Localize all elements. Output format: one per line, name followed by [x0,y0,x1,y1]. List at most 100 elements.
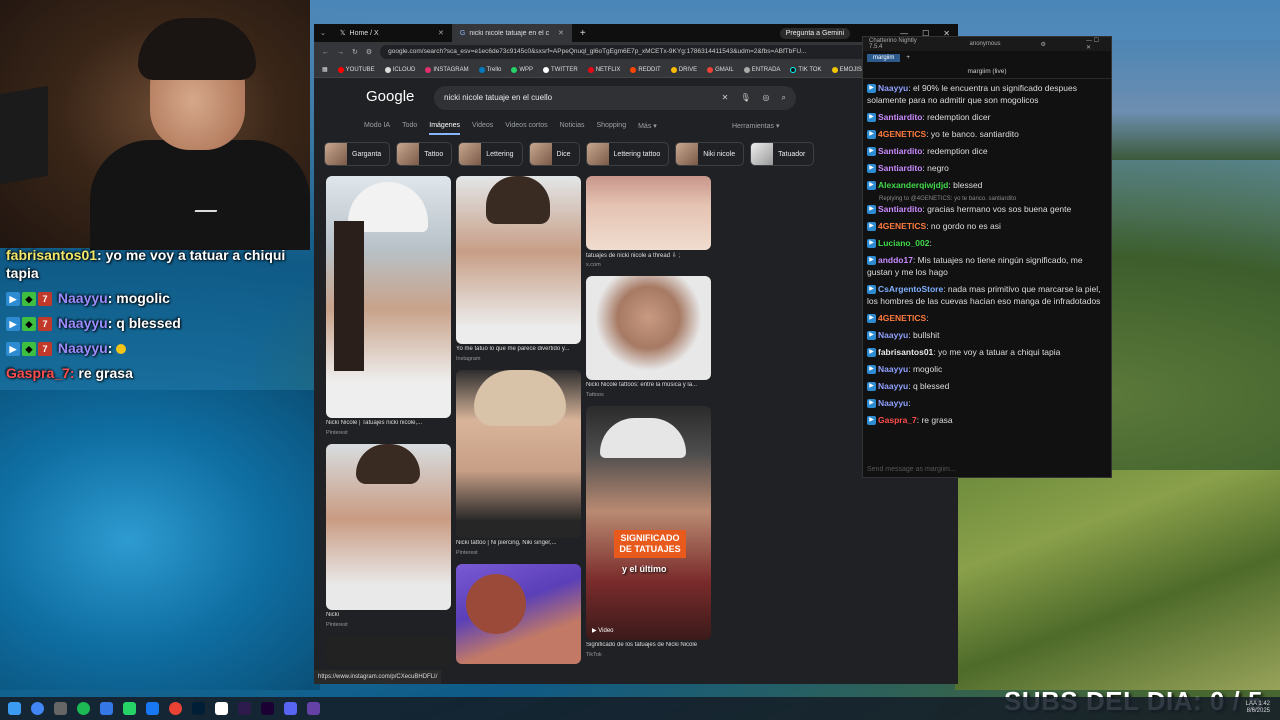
chip-tattoo[interactable]: Tattoo [396,142,453,166]
spotify-icon[interactable] [77,702,90,715]
chat-username[interactable]: Naayyu [878,364,908,374]
site-info-icon[interactable]: ⚙ [366,48,372,56]
add-tab-icon[interactable]: + [906,55,910,61]
search-input[interactable]: nicki nicole tatuaje en el cuello ✕ 🎙 ◎ … [434,86,796,110]
bookmark-icloud[interactable]: ICLOUD [384,66,415,73]
window-controls[interactable]: — ☐ ✕ [1086,37,1105,51]
tab-todo[interactable]: Todo [402,122,417,135]
settings-gear-icon[interactable]: ⚙ [1041,41,1046,48]
chat-message[interactable]: ▶ Santiardito: gracias hermano vos sos bu… [867,203,1107,215]
chat-message[interactable]: ▶ Naayyu: bullshit [867,329,1107,341]
chat-message[interactable]: ▶ Santiardito: redemption dice [867,145,1107,157]
bookmark-reddit[interactable]: REDDIT [630,66,661,73]
chat-username[interactable]: Naayyu [878,83,908,93]
bookmark-drive[interactable]: DRIVE [670,66,697,73]
bookmark-youtube[interactable]: YOUTUBE [337,66,375,73]
image-result[interactable] [456,176,581,344]
tab-videos[interactable]: Videos [472,122,493,135]
chat-username[interactable]: CsArgentoStore [878,284,943,294]
tab-google-search[interactable]: G nicki nicole tatuaje en el cuello ✕ [451,24,572,42]
whatsapp-icon[interactable] [123,702,136,715]
reload-icon[interactable]: ↻ [352,48,358,56]
tab-margiim[interactable]: margiim [867,54,901,62]
image-result[interactable] [586,276,711,380]
image-result[interactable] [456,564,581,664]
chat-message[interactable]: ▶ CsArgentoStore: nada mas primitivo que … [867,283,1107,307]
clear-icon[interactable]: ✕ [722,86,729,110]
forward-icon[interactable]: → [337,49,344,56]
app-icon[interactable] [100,702,113,715]
image-result[interactable] [326,636,451,666]
chat-message[interactable]: ▶ fabrisantos01: yo me voy a tatuar a chi… [867,346,1107,358]
chrome-icon[interactable] [31,702,44,715]
explorer-icon[interactable] [54,702,67,715]
chat-message[interactable]: ▶ anddo17: Mis tatuajes no tiene ningún s… [867,254,1107,278]
chat-username[interactable]: Naayyu [878,330,908,340]
chat-message[interactable]: ▶ Santiardito: redemption dicer [867,111,1107,123]
chat-username[interactable]: Santiardito [878,146,922,156]
apps-grid-icon[interactable]: ▦ [322,66,328,73]
tab-noticias[interactable]: Noticias [560,122,585,135]
bookmark-emojis[interactable]: EMOJIS [831,66,862,73]
chat-message[interactable]: ▶ Alexanderqiwjdjd: blessed [867,179,1107,191]
account-switcher[interactable]: anonymous [970,41,1001,47]
ask-gemini-button[interactable]: Pregunta a Gemini [779,27,851,39]
chat-username[interactable]: 4GENETICS [878,221,926,231]
chip-dice[interactable]: Dice [528,142,580,166]
chat-username[interactable]: anddo17 [878,255,913,265]
result-source[interactable]: TikTok [586,652,602,658]
tab-list-icon[interactable]: ⌄ [314,29,332,37]
result-source[interactable]: Pinterest [326,622,348,628]
result-caption[interactable]: Significado de los tatuajes de Nicki Nic… [586,642,711,648]
lens-icon[interactable]: ◎ [763,86,770,110]
search-icon[interactable]: ⌕ [782,86,786,110]
app-icon[interactable] [215,702,228,715]
chat-username[interactable]: Naayyu [878,381,908,391]
chip-niki-nicole[interactable]: Niki nicole [675,142,745,166]
chat-username[interactable]: fabrisantos01 [878,347,933,357]
tab-shopping[interactable]: Shopping [597,122,627,135]
photoshop-icon[interactable] [192,702,205,715]
chat-username[interactable]: Naayyu [878,398,908,408]
video-result[interactable]: SIGNIFICADO DE TATUAJES y el último ▶ Vi… [586,406,711,640]
chip-tatuador[interactable]: Tatuador [750,142,815,166]
chip-lettering-tattoo[interactable]: Lettering tattoo [585,142,670,166]
bookmark-instagram[interactable]: INSTAGRAM [425,66,469,73]
chat-username[interactable]: Gaspra_7 [878,415,917,425]
premiere-icon[interactable] [238,702,251,715]
result-caption[interactable]: Nicki tattoo | Ni piercing, Niki singer,… [456,540,581,546]
result-source[interactable]: Instagram [456,356,480,362]
chat-message[interactable]: ▶ Naayyu: [867,397,1107,409]
bookmark-wpp[interactable]: WPP [511,66,533,73]
chat-username[interactable]: Luciano_002 [878,238,930,248]
chat-message[interactable]: ▶ Naayyu: mogolic [867,363,1107,375]
result-source[interactable]: x.com [586,262,601,268]
chat-username[interactable]: Alexanderqiwjdjd [878,180,948,190]
result-caption[interactable]: Nicki Nicole | Tatuajes nicki nicole,... [326,420,451,426]
chatterino-icon[interactable] [307,702,320,715]
chat-message[interactable]: ▶ 4GENETICS: no gordo no es asi [867,220,1107,232]
microphone-icon[interactable]: 🎙 [740,86,750,110]
chat-message[interactable]: ▶ 4GENETICS: [867,312,1107,324]
bookmark-tiktok[interactable]: TIK TOK [790,66,822,73]
image-result[interactable] [326,176,451,418]
chat-username[interactable]: Santiardito [878,204,922,214]
tools-menu[interactable]: Herramientas ▾ [732,122,779,130]
windows-start-icon[interactable] [8,702,21,715]
url-field[interactable]: google.com/search?sca_esv=e1ec6de73c9145… [380,45,936,59]
chat-username[interactable]: Santiardito [878,163,922,173]
tab-mas[interactable]: Más ▾ [638,122,657,135]
chat-message[interactable]: ▶ 4GENETICS: yo te banco. santiardito [867,128,1107,140]
chat-message[interactable]: ▶ Luciano_002: [867,237,1107,249]
image-result[interactable] [326,444,451,610]
tab-modo-ia[interactable]: Modo IA [364,122,390,135]
result-source[interactable]: Pinterest [326,430,348,436]
new-tab-icon[interactable]: + [572,28,594,39]
chip-lettering[interactable]: Lettering [458,142,523,166]
app-icon[interactable] [146,702,159,715]
chat-username[interactable]: Santiardito [878,112,922,122]
chat-message[interactable]: ▶ Naayyu: q blessed [867,380,1107,392]
discord-icon[interactable] [284,702,297,715]
result-caption[interactable]: Nicki [326,612,339,618]
tab-imagenes[interactable]: Imágenes [429,122,461,135]
